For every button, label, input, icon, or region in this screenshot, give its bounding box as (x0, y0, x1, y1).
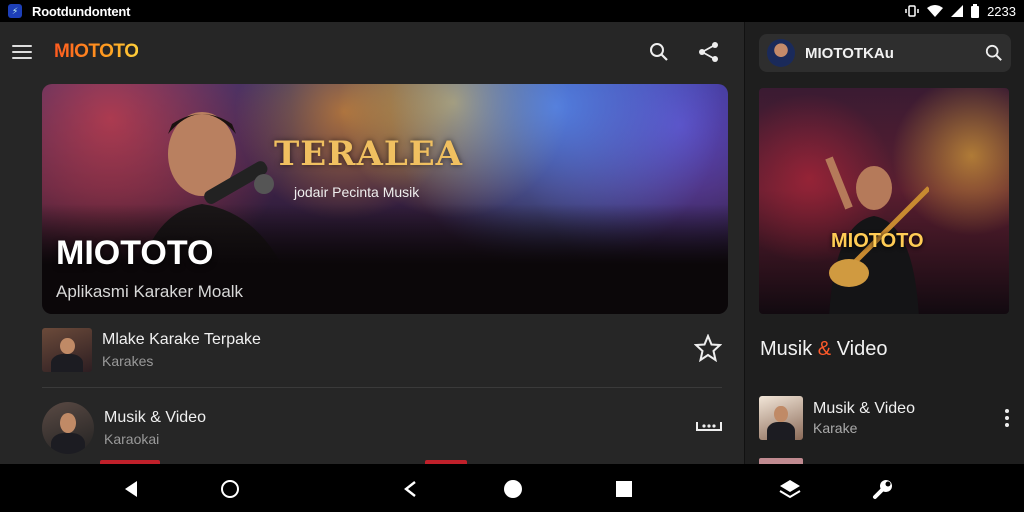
side-item-thumbnail (759, 396, 803, 440)
list-item-subtitle: Karakes (102, 353, 154, 369)
side-search-bar[interactable]: MIOTOTKAu (759, 34, 1011, 72)
side-heading-amp: & (817, 338, 832, 360)
banner-subtitle: Aplikasmi Karaker Moalk (56, 282, 244, 301)
system-navigation-bar (0, 464, 1024, 512)
back-triangle-icon (125, 481, 137, 497)
back-chevron-button[interactable] (397, 476, 423, 502)
home-dot-icon (504, 480, 522, 498)
wifi-icon (927, 5, 944, 17)
layers-icon (779, 480, 801, 499)
search-icon (650, 43, 668, 61)
status-app-title: Rootdundontent (32, 3, 131, 19)
wrench-icon (873, 480, 892, 499)
app-notification-icon: ⚡ (8, 4, 22, 18)
list-item[interactable]: Musik & Video Karaokai (42, 402, 722, 454)
chevron-left-icon (404, 481, 416, 497)
side-panel: MIOTOTKAu MIOTOTO Musik & Video Musik & … (744, 22, 1024, 464)
list-item-title: Mlake Karake Terpake (102, 331, 261, 348)
side-featured-title: MIOTOTO (831, 230, 924, 252)
layers-button[interactable] (777, 476, 803, 502)
vibrate-icon (905, 5, 919, 17)
home-button[interactable] (217, 476, 243, 502)
status-icons: 2233 (905, 4, 1016, 19)
side-heading-part1: Musik (760, 338, 813, 360)
list-divider (42, 387, 722, 388)
back-button[interactable] (118, 476, 144, 502)
side-list-item[interactable]: Musik & Video Karake (759, 396, 1015, 440)
queue-button[interactable] (696, 418, 722, 439)
home-circle-icon (221, 480, 239, 498)
top-app-bar: MIOTOTO (0, 22, 744, 82)
star-icon (693, 332, 723, 362)
status-bar: ⚡ Rootdundontent 2233 (0, 0, 1024, 22)
side-heading-part2: Video (836, 338, 888, 360)
list-item-subtitle: Karaokai (104, 431, 160, 447)
battery-icon (971, 4, 980, 18)
app-logo: MIOTOTO (54, 41, 139, 62)
avatar[interactable] (767, 39, 795, 67)
queue-icon (696, 421, 722, 431)
banner-heading: TERALEA (274, 134, 464, 174)
side-featured-image[interactable]: MIOTOTO (759, 88, 1009, 314)
settings-wrench-button[interactable] (870, 476, 896, 502)
side-section-heading: Musik & Video (760, 338, 888, 361)
featured-banner[interactable]: TERALEA jodair Pecinta Musik MIOTOTO Apl… (42, 84, 728, 314)
side-item-subtitle: Karake (813, 420, 858, 436)
recents-button[interactable] (611, 476, 637, 502)
signal-icon (951, 5, 964, 17)
list-item-thumbnail (42, 328, 92, 372)
list-item-avatar (42, 402, 94, 454)
recents-square-icon (616, 481, 632, 497)
share-icon (699, 42, 718, 62)
list-item[interactable]: Mlake Karake Terpake Karakes (42, 328, 723, 372)
more-options-icon[interactable] (999, 409, 1015, 427)
menu-icon[interactable] (12, 45, 32, 59)
status-time: 2233 (987, 3, 1016, 19)
banner-title: MIOTOTO (56, 234, 214, 272)
home-dot-button[interactable] (500, 476, 526, 502)
side-brand: MIOTOTKAu (805, 44, 894, 62)
list-item-title: Musik & Video (104, 409, 206, 426)
side-item-title: Musik & Video (813, 400, 915, 417)
search-button[interactable] (646, 39, 672, 65)
guitarist-image (825, 156, 929, 314)
favorite-button[interactable] (693, 332, 723, 367)
banner-tagline: jodair Pecinta Musik (294, 184, 420, 200)
share-button[interactable] (696, 39, 722, 65)
search-icon[interactable] (985, 44, 1003, 62)
main-panel: MIOTOTO TERALEA jodair Pecinta Musik MIO… (0, 22, 744, 464)
